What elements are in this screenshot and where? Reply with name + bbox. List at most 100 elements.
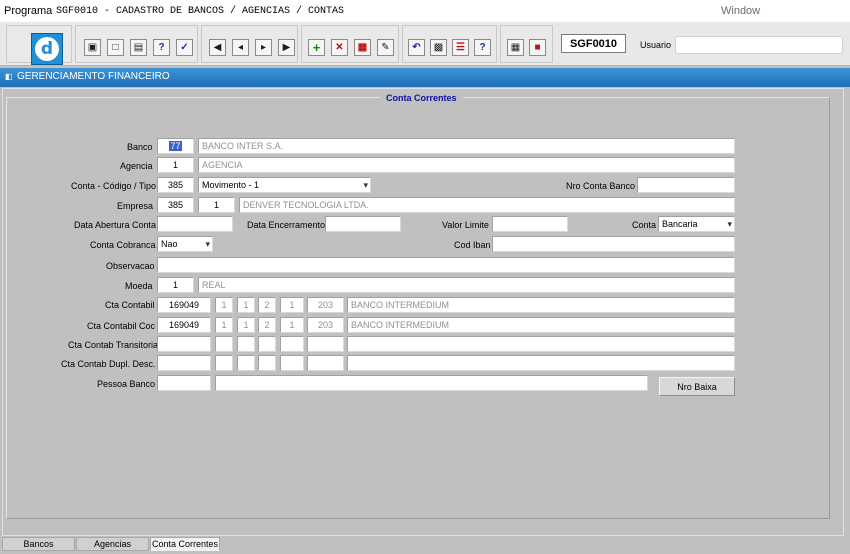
cta-contabil-coc-seg1-field: 1: [215, 317, 233, 333]
cta-contabil-coc-seg4-field: 1: [280, 317, 304, 333]
cta-transitoria-seg3-field: [258, 336, 276, 352]
cta-dupl-desc-desc-field: [347, 355, 735, 371]
conta-codigo-tipo-label: Conta - Código / Tipo: [71, 181, 157, 191]
window-title: GERENCIAMENTO FINANCEIRO: [17, 71, 170, 82]
data-encerramento-label: Data Encerramento: [247, 220, 326, 230]
observacao-field[interactable]: [157, 257, 735, 273]
clear-record-icon[interactable]: ▦: [354, 39, 371, 56]
program-title: SGF0010 - CADASTRO DE BANCOS / AGENCIAS …: [56, 6, 345, 17]
moeda-code-field[interactable]: 1: [157, 277, 194, 293]
empresa-num-field[interactable]: 1: [198, 197, 235, 213]
duplicate-record-icon[interactable]: ✎: [377, 39, 394, 56]
nro-conta-banco-label: Nro Conta Banco: [566, 181, 636, 191]
agencia-name-field: AGENCIA: [198, 157, 735, 173]
banco-code-selected-text: 77: [169, 141, 182, 151]
first-record-icon[interactable]: ◀: [209, 39, 226, 56]
cta-dupl-desc-seg2-field: [237, 355, 255, 371]
moeda-label: Moeda: [125, 281, 153, 291]
program-code: SGF0010: [561, 34, 626, 53]
window-header: ◧ GERENCIAMENTO FINANCEIRO: [0, 68, 850, 87]
cta-contabil-seg4-field: 1: [280, 297, 304, 313]
print-icon[interactable]: ▤: [130, 39, 147, 56]
cod-iban-field[interactable]: [492, 236, 735, 252]
navigation-group: ◀ ◂ ▸ ▶: [201, 25, 298, 63]
banco-label: Banco: [127, 142, 153, 152]
agencia-code-field[interactable]: 1: [157, 157, 194, 173]
cta-transitoria-seg4-field: [280, 336, 304, 352]
record-tools-group: ▣ □ ▤ ? ✓: [75, 25, 198, 63]
last-record-icon[interactable]: ▶: [278, 39, 295, 56]
help-icon[interactable]: ?: [474, 39, 491, 56]
usuario-field[interactable]: [675, 36, 843, 54]
cta-dupl-desc-code-field[interactable]: [157, 355, 211, 371]
save-icon[interactable]: ▣: [84, 39, 101, 56]
conta-cobranca-select[interactable]: Nao: [157, 236, 213, 252]
window-menu[interactable]: Window: [721, 5, 760, 17]
cta-transitoria-code-field[interactable]: [157, 336, 211, 352]
title-label: Programa: [4, 5, 53, 17]
conta-label: Conta: [632, 220, 657, 230]
exit-icon[interactable]: ■: [529, 39, 546, 56]
agencia-label: Agencia: [120, 161, 153, 171]
toolbar: d ▣ □ ▤ ? ✓ ◀ ◂ ▸ ▶ + ✕ ▦ ✎ ↶ ▩ ☰ ? ▦ ■ …: [0, 22, 850, 66]
cta-dupl-desc-seg4-field: [280, 355, 304, 371]
cta-contabil-seg3-field: 2: [258, 297, 276, 313]
window-menu-icon[interactable]: ◧: [5, 72, 13, 81]
moeda-name-field: REAL: [198, 277, 735, 293]
insert-record-icon[interactable]: +: [308, 39, 325, 56]
usuario-label: Usuario: [640, 40, 672, 50]
list-values-icon[interactable]: ☰: [452, 39, 469, 56]
cta-dupl-desc-seg1-field: [215, 355, 233, 371]
pessoa-banco-name-field: [215, 375, 648, 391]
tab-bancos[interactable]: Bancos: [2, 537, 75, 551]
cta-contabil-coc-desc-field: BANCO INTERMEDIUM: [347, 317, 735, 333]
pessoa-banco-code-field[interactable]: [157, 375, 211, 391]
empresa-name-field: DENVER TECNOLOGIA LTDA.: [239, 197, 735, 213]
cta-contabil-coc-code-field[interactable]: 169049: [157, 317, 211, 333]
cta-contabil-coc-seg3-field: 2: [258, 317, 276, 333]
next-record-icon[interactable]: ▸: [255, 39, 272, 56]
cta-dupl-desc-seg5-field: [307, 355, 344, 371]
tab-agencias[interactable]: Agencias: [76, 537, 149, 551]
valor-limite-field[interactable]: [492, 216, 568, 232]
banco-name-field: BANCO INTER S.A.: [198, 138, 735, 154]
undo-icon[interactable]: ↶: [408, 39, 425, 56]
logo-group: d: [6, 25, 72, 65]
cta-contabil-seg1-field: 1: [215, 297, 233, 313]
nro-baixa-button[interactable]: Nro Baixa: [659, 377, 735, 396]
cta-transitoria-desc-field: [347, 336, 735, 352]
cta-contab-dupl-desc-label: Cta Contab Dupl. Desc.: [61, 359, 156, 369]
query-help-icon[interactable]: ?: [153, 39, 170, 56]
banco-code-field[interactable]: 77: [157, 138, 194, 154]
empresa-code-field[interactable]: 385: [157, 197, 194, 213]
data-encerramento-field[interactable]: [325, 216, 401, 232]
cta-transitoria-seg1-field: [215, 336, 233, 352]
conta-tipo-select[interactable]: Movimento - 1: [198, 177, 371, 193]
screen-icon[interactable]: □: [107, 39, 124, 56]
previous-record-icon[interactable]: ◂: [232, 39, 249, 56]
clipboard-icon[interactable]: ▩: [430, 39, 447, 56]
app-logo: d: [31, 33, 63, 65]
empresa-label: Empresa: [117, 201, 154, 211]
delete-record-icon[interactable]: ✕: [331, 39, 348, 56]
title-bar: Programa SGF0010 - CADASTRO DE BANCOS / …: [0, 0, 850, 22]
cta-transitoria-seg5-field: [307, 336, 344, 352]
nro-conta-banco-field[interactable]: [637, 177, 735, 193]
valor-limite-label: Valor Limite: [442, 220, 489, 230]
query-run-icon[interactable]: ✓: [176, 39, 193, 56]
pessoa-banco-label: Pessoa Banco: [97, 379, 156, 389]
data-abertura-field[interactable]: [157, 216, 233, 232]
window-tools-group: ▦ ■: [500, 25, 553, 63]
cta-transitoria-seg2-field: [237, 336, 255, 352]
cta-contabil-coc-label: Cta Contabil Coc: [87, 321, 156, 331]
cta-contabil-code-field[interactable]: 169049: [157, 297, 211, 313]
data-abertura-label: Data Abertura Conta: [74, 220, 157, 230]
tab-conta-correntes[interactable]: Conta Correntes: [150, 537, 220, 551]
frame-title: Conta Correntes: [380, 93, 463, 103]
cta-contabil-seg5-field: 203: [307, 297, 344, 313]
conta-codigo-field[interactable]: 385: [157, 177, 194, 193]
conta-select[interactable]: Bancaria: [658, 216, 735, 232]
edit-group: + ✕ ▦ ✎: [301, 25, 399, 63]
calendar-icon[interactable]: ▦: [507, 39, 524, 56]
cod-iban-label: Cod Iban: [454, 240, 491, 250]
